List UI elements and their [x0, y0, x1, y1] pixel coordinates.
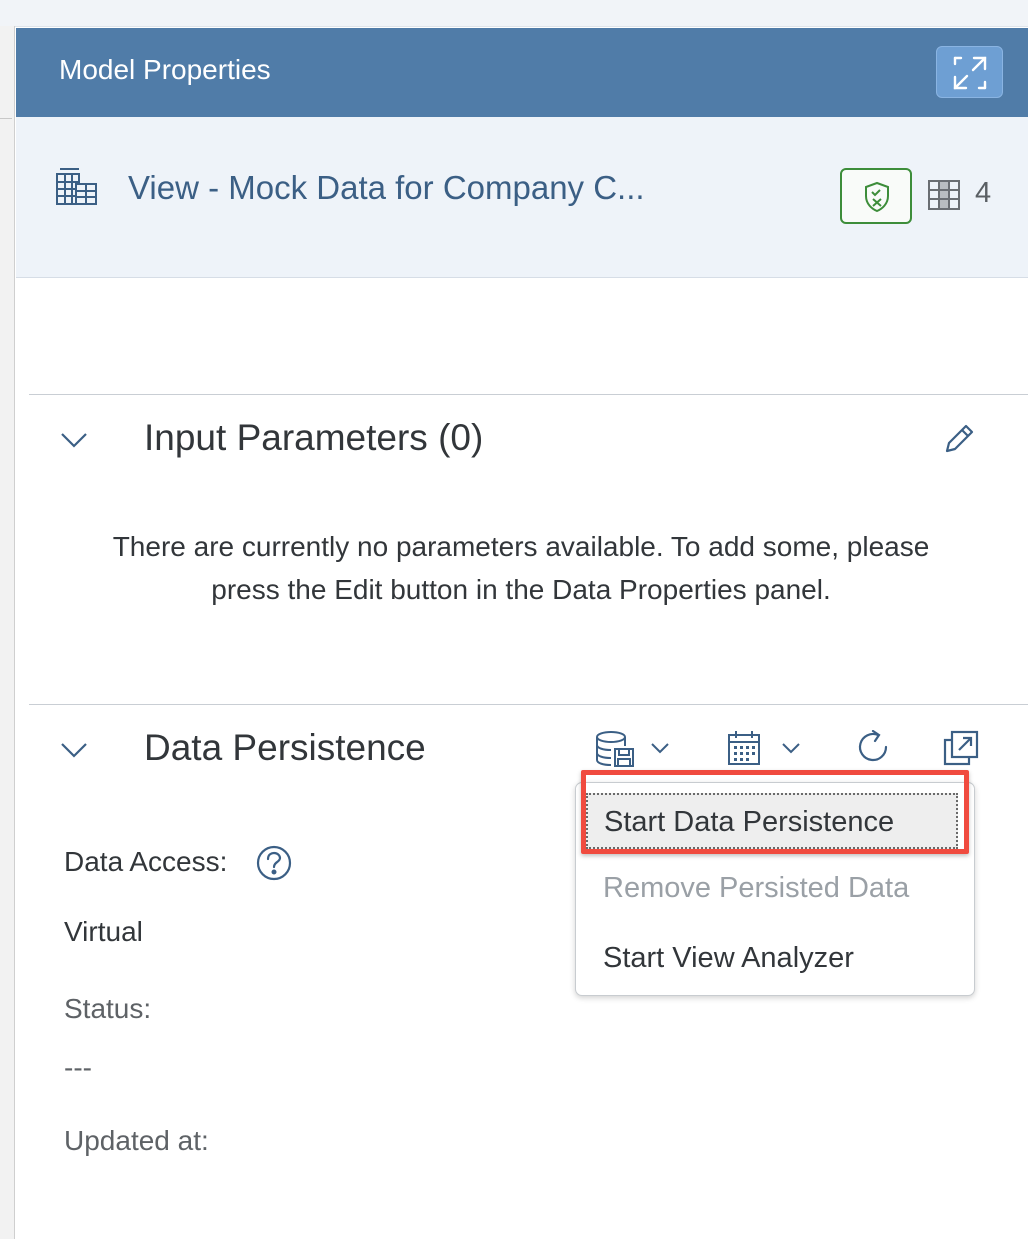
- chevron-down-icon[interactable]: [781, 741, 801, 755]
- panel-header: Model Properties: [16, 28, 1028, 117]
- chevron-down-icon[interactable]: [650, 741, 670, 755]
- columns-icon: [928, 180, 960, 210]
- expand-icon: [953, 56, 987, 90]
- edit-icon[interactable]: [942, 422, 976, 456]
- no-parameters-message: There are currently no parameters availa…: [112, 531, 930, 605]
- data-access-label: Data Access:: [64, 846, 228, 877]
- object-header: View - Mock Data for Company C... 4: [16, 117, 1028, 278]
- expand-button[interactable]: [936, 46, 1003, 98]
- data-persistence-title: Data Persistence: [144, 727, 426, 768]
- menu-item-start-data-persistence[interactable]: Start Data Persistence: [586, 793, 958, 849]
- splitter-tick: [0, 118, 12, 119]
- open-in-new-window-icon[interactable]: [943, 730, 979, 766]
- model-properties-panel: Model Properties View - Mock Data for Co…: [16, 28, 1028, 1239]
- object-title: View - Mock Data for Company C...: [128, 169, 645, 206]
- data-access-badge[interactable]: [840, 168, 912, 224]
- refresh-icon[interactable]: [856, 730, 892, 766]
- shield-icon: [865, 181, 889, 213]
- calendar-icon[interactable]: [727, 730, 761, 766]
- section-divider: [29, 394, 1028, 395]
- left-splitter[interactable]: [0, 26, 15, 1239]
- chevron-down-icon[interactable]: [60, 741, 88, 759]
- section-divider: [29, 704, 1028, 705]
- top-strip: [0, 0, 1028, 27]
- menu-item-remove-persisted-data: Remove Persisted Data: [603, 872, 910, 904]
- persistence-database-icon[interactable]: [594, 730, 638, 768]
- chevron-down-icon[interactable]: [60, 431, 88, 449]
- persistence-menu: Start Data Persistence Remove Persisted …: [575, 782, 975, 996]
- status-value: ---: [64, 1052, 92, 1083]
- input-parameters-title: Input Parameters (0): [144, 417, 484, 458]
- menu-item-start-view-analyzer[interactable]: Start View Analyzer: [576, 924, 972, 992]
- columns-count: 4: [975, 177, 992, 209]
- data-access-value: Virtual: [64, 916, 143, 947]
- updated-at-label: Updated at:: [64, 1125, 209, 1156]
- view-table-icon: [56, 168, 97, 205]
- status-label: Status:: [64, 993, 152, 1024]
- panel-title: Model Properties: [59, 54, 271, 85]
- help-icon[interactable]: [256, 845, 292, 881]
